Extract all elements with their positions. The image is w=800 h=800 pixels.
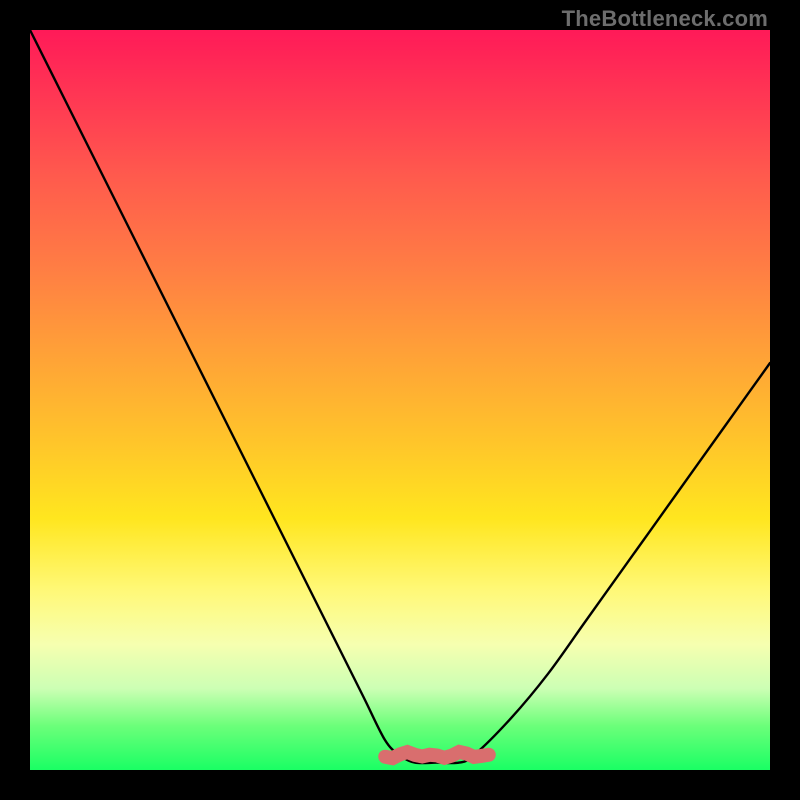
optimal-range-highlight: [385, 752, 489, 758]
chart-frame: TheBottleneck.com: [0, 0, 800, 800]
watermark-text: TheBottleneck.com: [562, 6, 768, 32]
bottleneck-curve-line: [30, 30, 770, 763]
chart-overlay: [30, 30, 770, 770]
